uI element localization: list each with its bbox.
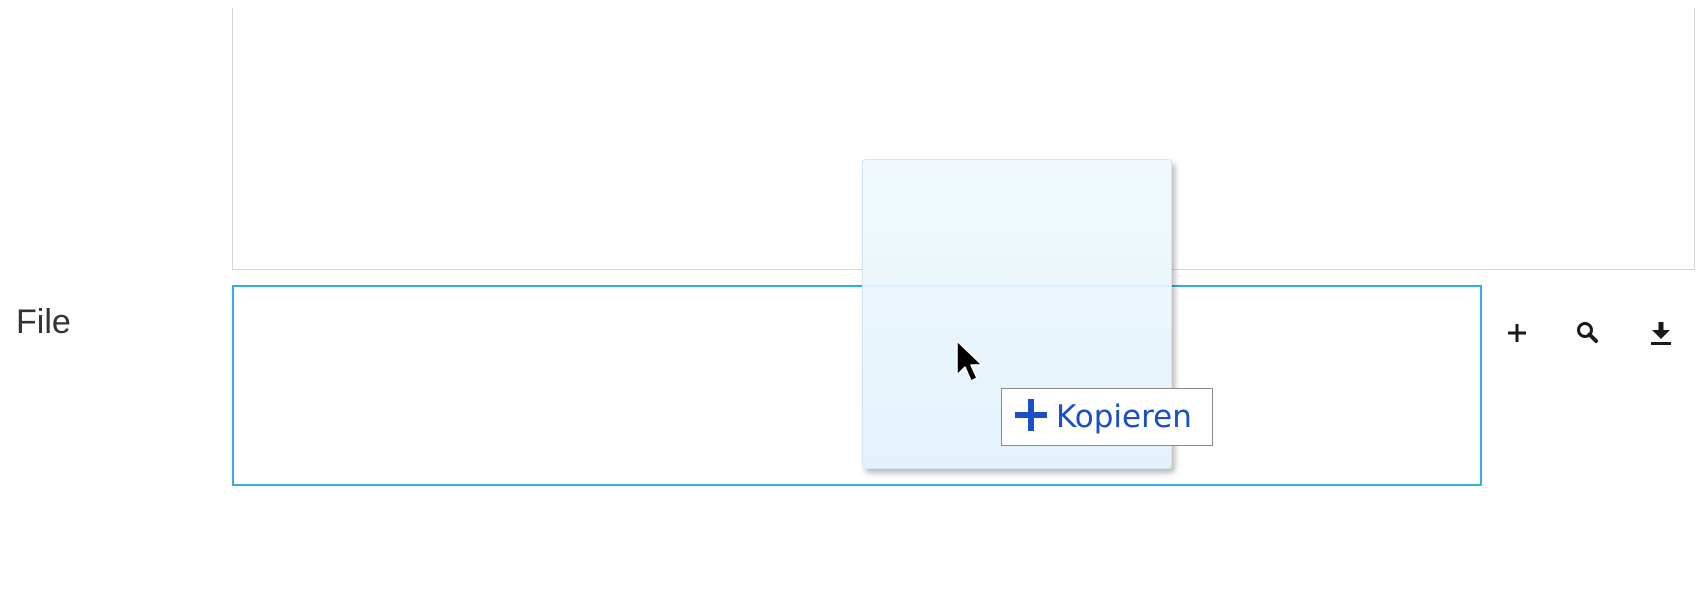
mouse-cursor-icon [955,339,985,387]
copy-label: Kopieren [1056,399,1192,435]
plus-icon [1014,398,1048,437]
download-file-button[interactable] [1641,313,1681,353]
add-file-button[interactable] [1497,313,1537,353]
file-field-label: File [16,303,71,341]
copy-drop-tooltip: Kopieren [1001,388,1213,446]
search-icon [1575,320,1601,346]
download-icon [1649,320,1673,346]
search-file-button[interactable] [1568,313,1608,353]
plus-icon [1505,321,1529,345]
file-drop-zone[interactable] [232,285,1482,486]
